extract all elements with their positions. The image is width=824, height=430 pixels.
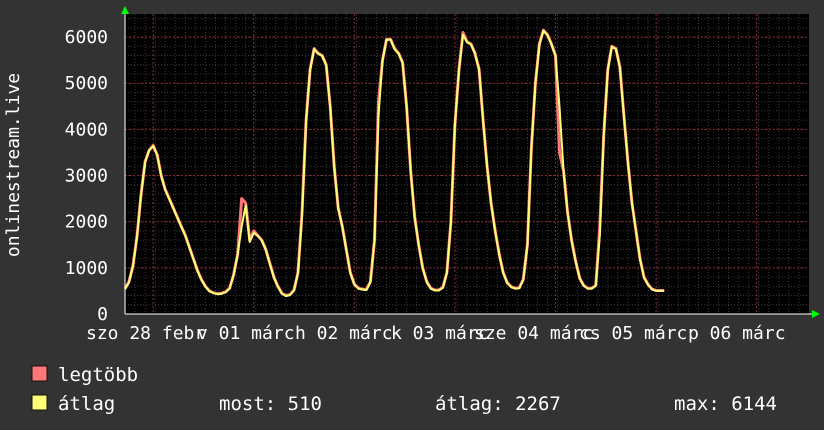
y-axis-label: onlinestream.live [3, 73, 24, 257]
y-tick-label: 0 [97, 304, 108, 325]
legend-swatch-legtobb [31, 365, 48, 382]
y-tick-label: 6000 [65, 27, 108, 48]
y-tick-label: 5000 [65, 73, 108, 94]
legend-swatch-atlag [31, 394, 48, 411]
x-tick-label: h 02 márc [295, 323, 393, 344]
stat-most: most: 510 [219, 393, 322, 415]
y-tick-label: 1000 [65, 258, 108, 279]
legend-label-atlag: átlag [58, 393, 115, 415]
legend-label-legtobb: legtöbb [58, 364, 138, 386]
x-tick-label: p 06 márc [688, 323, 786, 344]
x-tick-label: szo 28 febr [86, 323, 205, 344]
x-tick-labels: szo 28 febrv 01 márc h 02 márck 03 márcsz… [86, 323, 786, 344]
stat-atlag: átlag: 2267 [435, 393, 561, 415]
x-tick-label: cs 05 márc [579, 323, 687, 344]
y-tick-label: 2000 [65, 212, 108, 233]
y-tick-label: 3000 [65, 166, 108, 187]
chart: 0 1000 2000 3000 4000 5000 6000 szo 28 febrv 0… [0, 0, 824, 430]
x-tick-label: sze 04 márc [474, 323, 593, 344]
y-tick-label: 4000 [65, 119, 108, 140]
stat-max: max: 6144 [674, 393, 777, 415]
x-tick-label: v 01 márc [197, 323, 295, 344]
